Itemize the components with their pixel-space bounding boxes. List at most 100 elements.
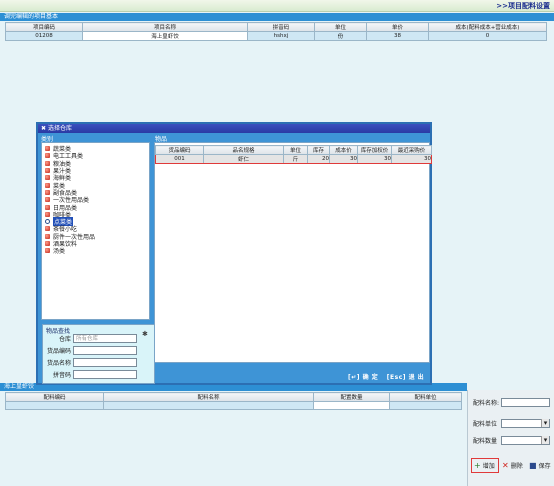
category-icon — [45, 241, 50, 246]
category-icon — [45, 226, 50, 232]
cell-goods-code[interactable]: 001 — [155, 154, 204, 164]
col-goods-stock: 库存 — [307, 145, 330, 155]
warehouse-label: 仓库 — [58, 336, 71, 343]
category-icon — [45, 175, 50, 181]
table-row[interactable] — [5, 401, 462, 410]
delete-icon: ✕ — [502, 461, 509, 470]
cell-goods-stock[interactable]: 20 — [307, 154, 330, 164]
warehouse-field[interactable]: 所有仓库 — [73, 334, 137, 343]
goods-code-input[interactable] — [73, 346, 137, 355]
cell-goods-unit[interactable]: 斤 — [283, 154, 308, 164]
cell-empty[interactable] — [5, 401, 104, 410]
col-ingredient-unit: 配料单位 — [389, 392, 462, 402]
ingredient-qty-select[interactable] — [501, 436, 550, 445]
goods-code-row: 货品编码 — [45, 346, 137, 355]
select-warehouse-dialog: ✖ 选择仓库 类别 物品 蔬菜类 电工工具类 粮油类 果汁类 海鲜类 菜类 副食… — [36, 122, 432, 385]
cell-unit[interactable]: 份 — [314, 31, 367, 41]
col-goods-name: 品名规格 — [203, 145, 284, 155]
project-section-title: 调完编辑的项目基本 — [4, 13, 59, 20]
cell-pinyin[interactable]: hshxj — [247, 31, 315, 41]
plus-icon: + — [474, 461, 481, 470]
col-cost: 成本(配料成本+营业成本) — [428, 22, 547, 32]
cell-project-name[interactable]: 海上皇虾饺 — [82, 31, 248, 41]
dialog-close-icon[interactable]: ✖ — [41, 125, 46, 132]
pinyin-row: 拼音码 — [45, 370, 137, 379]
category-item[interactable]: 汤类 — [45, 247, 146, 255]
goods-table: 货品编码 品名规格 单位 库存 成本价 库存加权价 最近采购价 001 虾仁 斤… — [155, 145, 432, 164]
ingredients-table: 配料编码 配料名称 配置数量 配料单位 — [5, 392, 462, 410]
category-icon — [45, 197, 50, 203]
col-price: 单价 — [366, 22, 429, 32]
warehouse-row: 仓库 所有仓库 — [45, 334, 137, 343]
cell-price[interactable]: 38 — [366, 31, 429, 41]
category-tree: 蔬菜类 电工工具类 粮油类 果汁类 海鲜类 菜类 副食品类 一次性用品类 日用品… — [41, 142, 150, 320]
cell-empty[interactable] — [103, 401, 314, 410]
col-goods-weighted: 库存加权价 — [357, 145, 392, 155]
category-icon — [45, 168, 50, 174]
col-project-code: 项目编码 — [5, 22, 83, 32]
cell-project-code[interactable]: 01208 — [5, 31, 83, 41]
project-table: 项目编码 项目名称 拼音码 单位 单价 成本(配料成本+营业成本) 01208 … — [5, 22, 547, 41]
exit-button[interactable]: [Esc] 退 出 — [387, 374, 424, 381]
page-title: >>项目配料设置 — [496, 2, 550, 10]
col-ingredient-name: 配料名称 — [103, 392, 314, 402]
col-goods-latest: 最近采购价 — [391, 145, 432, 155]
delete-button-label: 删除 — [510, 463, 523, 470]
goods-list: 货品编码 品名规格 单位 库存 成本价 库存加权价 最近采购价 001 虾仁 斤… — [154, 142, 432, 363]
category-icon — [45, 204, 50, 210]
col-goods-unit: 单位 — [283, 145, 308, 155]
ingredient-unit-select[interactable] — [501, 419, 550, 428]
category-icon — [45, 233, 50, 239]
col-goods-cost: 成本价 — [329, 145, 358, 155]
ingredient-unit-label: 配料单位 — [473, 421, 498, 428]
col-unit: 单位 — [314, 22, 367, 32]
tab-category[interactable]: 类别 — [41, 134, 148, 143]
selected-category-icon — [45, 219, 50, 225]
col-goods-code: 货品编码 — [155, 145, 204, 155]
ingredient-edit-panel: 配料名称: 配料单位 配料数量 + 增加 ✕ 删除 ■ 保存 — [467, 390, 554, 486]
table-row[interactable]: 001 虾仁 斤 20 30 30 30 — [155, 154, 432, 164]
ingredient-name-row: 配料名称: — [473, 398, 550, 407]
col-pinyin: 拼音码 — [247, 22, 315, 32]
confirm-button[interactable]: [↵] 确 定 — [348, 374, 378, 381]
cell-goods-cost[interactable]: 30 — [329, 154, 358, 164]
save-button[interactable]: ■ 保存 — [529, 461, 551, 470]
dialog-title: 选择仓库 — [47, 125, 72, 132]
add-button[interactable]: + 增加 — [471, 458, 499, 473]
cell-goods-latest[interactable]: 30 — [391, 154, 432, 164]
gear-icon[interactable]: ✱ — [142, 331, 149, 338]
ingredients-section-title: 海上皇虾饺 — [4, 383, 35, 390]
delete-button[interactable]: ✕ 删除 — [502, 461, 523, 470]
cell-goods-name[interactable]: 虾仁 — [203, 154, 284, 164]
ingredient-qty-label: 配料数量 — [473, 438, 498, 445]
col-ingredient-qty: 配置数量 — [313, 392, 390, 402]
goods-name-input[interactable] — [73, 358, 137, 367]
goods-name-label: 货品名称 — [46, 360, 71, 367]
add-button-label: 增加 — [482, 463, 495, 470]
pinyin-input[interactable] — [73, 370, 137, 379]
dialog-actions: [↵] 确 定 [Esc] 退 出 — [348, 372, 424, 381]
cell-empty[interactable] — [313, 401, 390, 410]
cell-cost[interactable]: 0 — [428, 31, 547, 41]
goods-name-row: 货品名称 — [45, 358, 137, 367]
cell-goods-weighted[interactable]: 30 — [357, 154, 392, 164]
category-icon — [45, 160, 50, 166]
col-project-name: 项目名称 — [82, 22, 248, 32]
ingredient-name-label: 配料名称: — [473, 400, 500, 407]
category-icon — [45, 146, 50, 152]
project-section-header: 调完编辑的项目基本 — [0, 13, 554, 21]
cell-empty[interactable] — [389, 401, 462, 410]
table-row[interactable]: 01208 海上皇虾饺 hshxj 份 38 0 — [5, 31, 547, 41]
ingredient-name-input[interactable] — [501, 398, 550, 407]
category-icon — [45, 153, 50, 159]
dialog-title-bar[interactable]: ✖ 选择仓库 — [38, 124, 430, 133]
category-icon — [45, 211, 50, 217]
save-button-label: 保存 — [538, 463, 551, 470]
tab-goods[interactable]: 物品 — [155, 134, 235, 143]
category-icon — [45, 182, 50, 188]
category-icon — [45, 248, 50, 254]
col-ingredient-code: 配料编码 — [5, 392, 104, 402]
goods-search-panel: 物品查找 ✱ 仓库 所有仓库 货品编码 货品名称 拼音码 — [42, 324, 155, 384]
floppy-disk-icon: ■ — [529, 461, 537, 470]
category-icon — [45, 189, 50, 195]
